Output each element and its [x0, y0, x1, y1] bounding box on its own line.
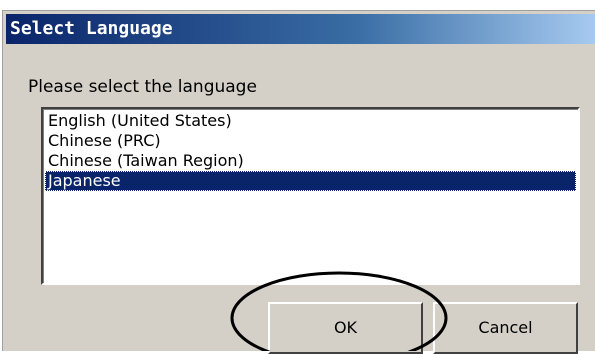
select-language-dialog: Select Language Please select the langua…: [2, 10, 595, 354]
dialog-title: Select Language: [10, 18, 173, 39]
language-option-japanese[interactable]: Japanese: [45, 171, 576, 191]
ok-button[interactable]: OK: [268, 302, 423, 354]
language-option-chinese-taiwan[interactable]: Chinese (Taiwan Region): [45, 151, 576, 171]
language-option-english-us[interactable]: English (United States): [45, 111, 576, 131]
prompt-label: Please select the language: [28, 77, 257, 97]
language-listbox[interactable]: English (United States) Chinese (PRC) Ch…: [41, 107, 580, 285]
language-option-chinese-prc[interactable]: Chinese (PRC): [45, 131, 576, 151]
cancel-button[interactable]: Cancel: [433, 302, 578, 354]
language-list: English (United States) Chinese (PRC) Ch…: [45, 111, 576, 191]
title-bar[interactable]: Select Language: [6, 14, 595, 44]
